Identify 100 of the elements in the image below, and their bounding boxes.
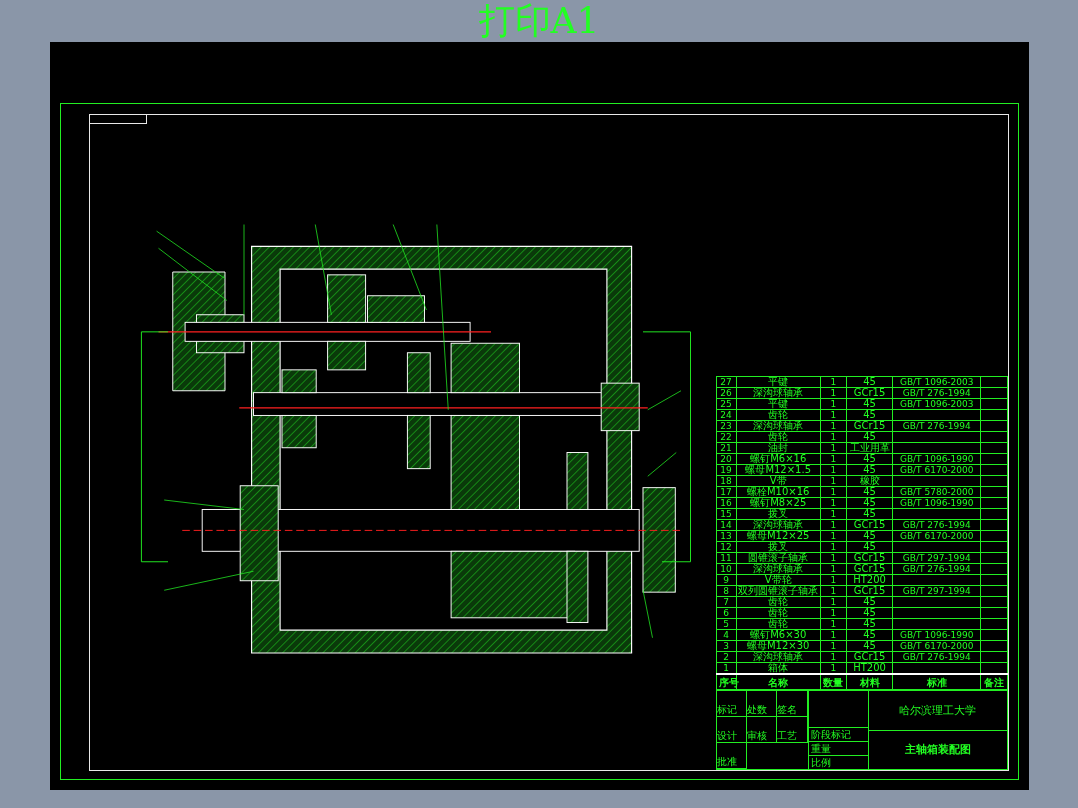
table-cell: GB/T 1096-1990 bbox=[892, 497, 981, 509]
table-cell: 平键 bbox=[736, 398, 821, 410]
table-cell: 7 bbox=[716, 596, 737, 608]
table-cell: GB/T 276-1994 bbox=[892, 519, 981, 531]
table-cell: 45 bbox=[846, 398, 893, 410]
table-cell: 45 bbox=[846, 409, 893, 421]
table-cell: 45 bbox=[846, 629, 893, 641]
table-cell: GB/T 6170-2000 bbox=[892, 464, 981, 476]
table-cell: 24 bbox=[716, 409, 737, 421]
table-cell: 21 bbox=[716, 442, 737, 454]
table-cell: 3 bbox=[716, 640, 737, 652]
table-cell: 1 bbox=[820, 475, 847, 487]
title-block-label: 标记 bbox=[716, 691, 747, 717]
column-header: 材料 bbox=[846, 674, 893, 690]
table-cell: 工业用革 bbox=[846, 442, 893, 454]
table-cell: 1 bbox=[820, 651, 847, 663]
table-cell: 1 bbox=[820, 585, 847, 597]
table-cell: 45 bbox=[846, 497, 893, 509]
column-header: 标准 bbox=[892, 674, 981, 690]
table-cell: 6 bbox=[716, 607, 737, 619]
table-cell: 齿轮 bbox=[736, 596, 821, 608]
table-cell: 1 bbox=[820, 376, 847, 388]
table-cell: 1 bbox=[820, 519, 847, 531]
table-cell: 1 bbox=[820, 563, 847, 575]
table-cell: 1 bbox=[820, 607, 847, 619]
table-cell: 16 bbox=[716, 497, 737, 509]
table-cell: GCr15 bbox=[846, 519, 893, 531]
table-cell: 齿轮 bbox=[736, 431, 821, 443]
table-cell: 13 bbox=[716, 530, 737, 542]
table-cell: 1 bbox=[820, 486, 847, 498]
table-cell: 45 bbox=[846, 453, 893, 465]
table-cell: 1 bbox=[820, 618, 847, 630]
table-cell: GB/T 276-1994 bbox=[892, 563, 981, 575]
table-cell: GB/T 1096-1990 bbox=[892, 629, 981, 641]
table-cell: 1 bbox=[820, 398, 847, 410]
table-cell: 1 bbox=[820, 629, 847, 641]
table-cell: GB/T 5780-2000 bbox=[892, 486, 981, 498]
table-cell: 25 bbox=[716, 398, 737, 410]
table-cell: 20 bbox=[716, 453, 737, 465]
table-cell: HT200 bbox=[846, 574, 893, 586]
table-cell: GB/T 276-1994 bbox=[892, 387, 981, 399]
title-block-label: 工艺 bbox=[777, 717, 808, 743]
table-cell: 10 bbox=[716, 563, 737, 575]
table-cell: 12 bbox=[716, 541, 737, 553]
table-cell: GB/T 1096-2003 bbox=[892, 376, 981, 388]
table-cell: 45 bbox=[846, 486, 893, 498]
table-cell: GB/T 6170-2000 bbox=[892, 530, 981, 542]
table-cell: 23 bbox=[716, 420, 737, 432]
column-header: 数量 bbox=[820, 674, 847, 690]
drawing-name: 主轴箱装配图 bbox=[903, 742, 972, 759]
table-cell: GB/T 6170-2000 bbox=[892, 640, 981, 652]
table-cell: GB/T 276-1994 bbox=[892, 420, 981, 432]
table-cell: 1 bbox=[820, 442, 847, 454]
table-cell: 1 bbox=[820, 640, 847, 652]
title-block-label: 设计 bbox=[716, 717, 747, 743]
table-cell: 深沟球轴承 bbox=[736, 563, 821, 575]
table-cell: 1 bbox=[820, 409, 847, 421]
table-cell: 26 bbox=[716, 387, 737, 399]
title-block-label: 批准 bbox=[716, 743, 747, 769]
table-cell: 拨叉 bbox=[736, 508, 821, 520]
table-cell: 1 bbox=[820, 453, 847, 465]
table-cell: 1 bbox=[820, 508, 847, 520]
table-cell: 齿轮 bbox=[736, 409, 821, 421]
table-cell: 45 bbox=[846, 464, 893, 476]
table-cell: 27 bbox=[716, 376, 737, 388]
title-block-label: 处数 bbox=[746, 691, 778, 717]
table-cell: 深沟球轴承 bbox=[736, 387, 821, 399]
title-block-label: 审核 bbox=[746, 717, 778, 743]
table-cell: 2 bbox=[716, 651, 737, 663]
column-header: 备注 bbox=[980, 674, 1007, 690]
table-cell: 45 bbox=[846, 431, 893, 443]
table-cell: 45 bbox=[846, 508, 893, 520]
table-cell: GB/T 297-1994 bbox=[892, 552, 981, 564]
table-cell: 油封 bbox=[736, 442, 821, 454]
table-cell: 螺钉M8×25 bbox=[736, 497, 821, 509]
table-cell: 1 bbox=[820, 420, 847, 432]
table-cell: 45 bbox=[846, 376, 893, 388]
table-cell: 螺母M12×1.5 bbox=[736, 464, 821, 476]
table-cell: 45 bbox=[846, 541, 893, 553]
table-cell: GCr15 bbox=[846, 651, 893, 663]
school-name: 哈尔滨理工大学 bbox=[868, 691, 1007, 731]
table-cell: 螺母M12×30 bbox=[736, 640, 821, 652]
table-cell: 平键 bbox=[736, 376, 821, 388]
table-cell: 45 bbox=[846, 618, 893, 630]
table-cell: 1 bbox=[820, 552, 847, 564]
drawing-title: 打印A1 bbox=[478, 1, 600, 41]
table-cell: 1 bbox=[820, 387, 847, 399]
table-cell: 45 bbox=[846, 530, 893, 542]
table-cell: 螺钉M6×16 bbox=[736, 453, 821, 465]
table-cell: 1 bbox=[820, 530, 847, 542]
table-cell: 1 bbox=[820, 497, 847, 509]
table-cell: 1 bbox=[820, 596, 847, 608]
title-block-label: 签名 bbox=[777, 691, 808, 717]
title-block-label: 重量 bbox=[808, 741, 868, 755]
table-cell: 1 bbox=[716, 662, 737, 674]
table-cell: 45 bbox=[846, 596, 893, 608]
table-cell: GB/T 297-1994 bbox=[892, 585, 981, 597]
table-cell: 螺钉M6×30 bbox=[736, 629, 821, 641]
table-cell: 齿轮 bbox=[736, 618, 821, 630]
table-cell: 拨叉 bbox=[736, 541, 821, 553]
